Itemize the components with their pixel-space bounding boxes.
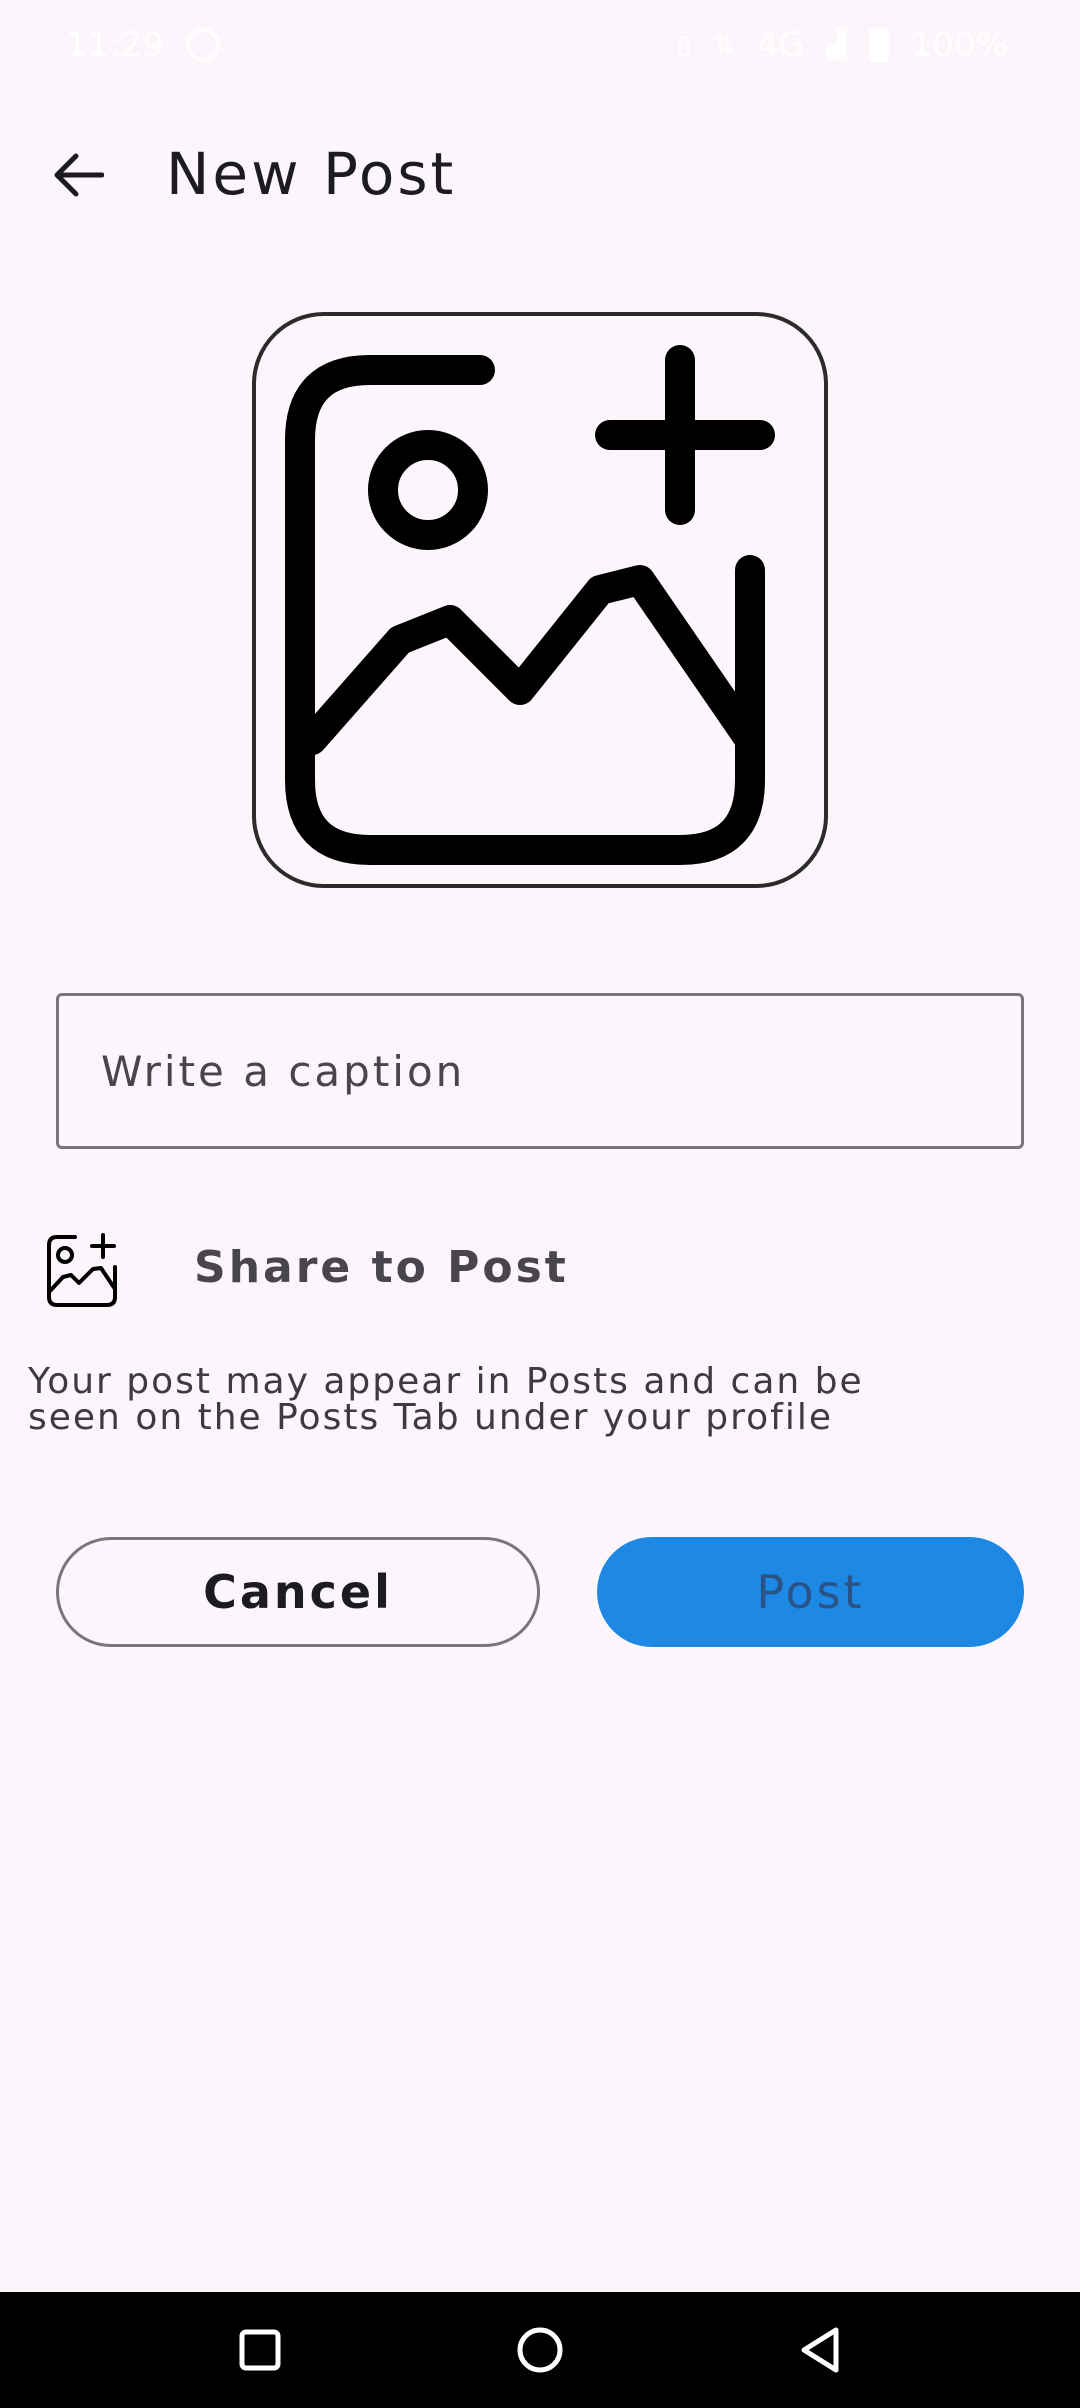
share-note-line-2: seen on the Posts Tab under your profile — [28, 1397, 834, 1438]
nav-back-button[interactable] — [775, 2305, 865, 2395]
share-to-post-label: Share to Post — [194, 1242, 569, 1293]
system-nav-bar — [0, 2292, 1080, 2408]
home-circle-icon — [517, 2327, 563, 2373]
share-icon-container — [40, 1228, 126, 1314]
caption-input[interactable] — [59, 996, 1021, 1146]
sync-icon — [185, 28, 220, 62]
add-photo-icon — [47, 1233, 117, 1307]
network-type: 4G — [756, 25, 805, 65]
battery-icon — [868, 28, 889, 62]
wifi-calling-icon: ▯ — [676, 30, 692, 60]
arrow-back-icon — [54, 153, 104, 197]
signal-icon: ▟ — [826, 30, 847, 60]
cancel-button[interactable]: Cancel — [56, 1537, 540, 1647]
image-picker-button[interactable] — [252, 312, 828, 888]
add-photo-icon — [285, 345, 775, 865]
post-button[interactable]: Post — [597, 1537, 1024, 1647]
back-button[interactable] — [40, 141, 116, 209]
home-button[interactable] — [495, 2305, 585, 2395]
battery-level: 100% — [910, 25, 1008, 65]
recents-button[interactable] — [215, 2305, 305, 2395]
new-post-screen: 11:29 ▯ ⇅ 4G ▟ 100% New Post Write a cap… — [0, 0, 1080, 2408]
share-note: Your post may appear in Posts and can be… — [28, 1364, 1028, 1436]
status-left: 11:29 — [66, 25, 220, 65]
recents-square-icon — [239, 2329, 281, 2371]
caption-field[interactable] — [56, 993, 1024, 1149]
app-bar: New Post — [0, 120, 1080, 230]
back-triangle-icon — [801, 2327, 839, 2373]
status-time: 11:29 — [66, 25, 164, 65]
status-right: ▯ ⇅ 4G ▟ 100% — [677, 25, 1008, 65]
share-note-line-1: Your post may appear in Posts and can be — [28, 1361, 864, 1402]
page-title: New Post — [166, 140, 457, 208]
share-to-post-row[interactable]: Share to Post — [40, 1228, 1040, 1314]
status-bar: 11:29 ▯ ⇅ 4G ▟ 100% — [0, 0, 1080, 90]
data-icon: ⇅ — [713, 30, 735, 60]
